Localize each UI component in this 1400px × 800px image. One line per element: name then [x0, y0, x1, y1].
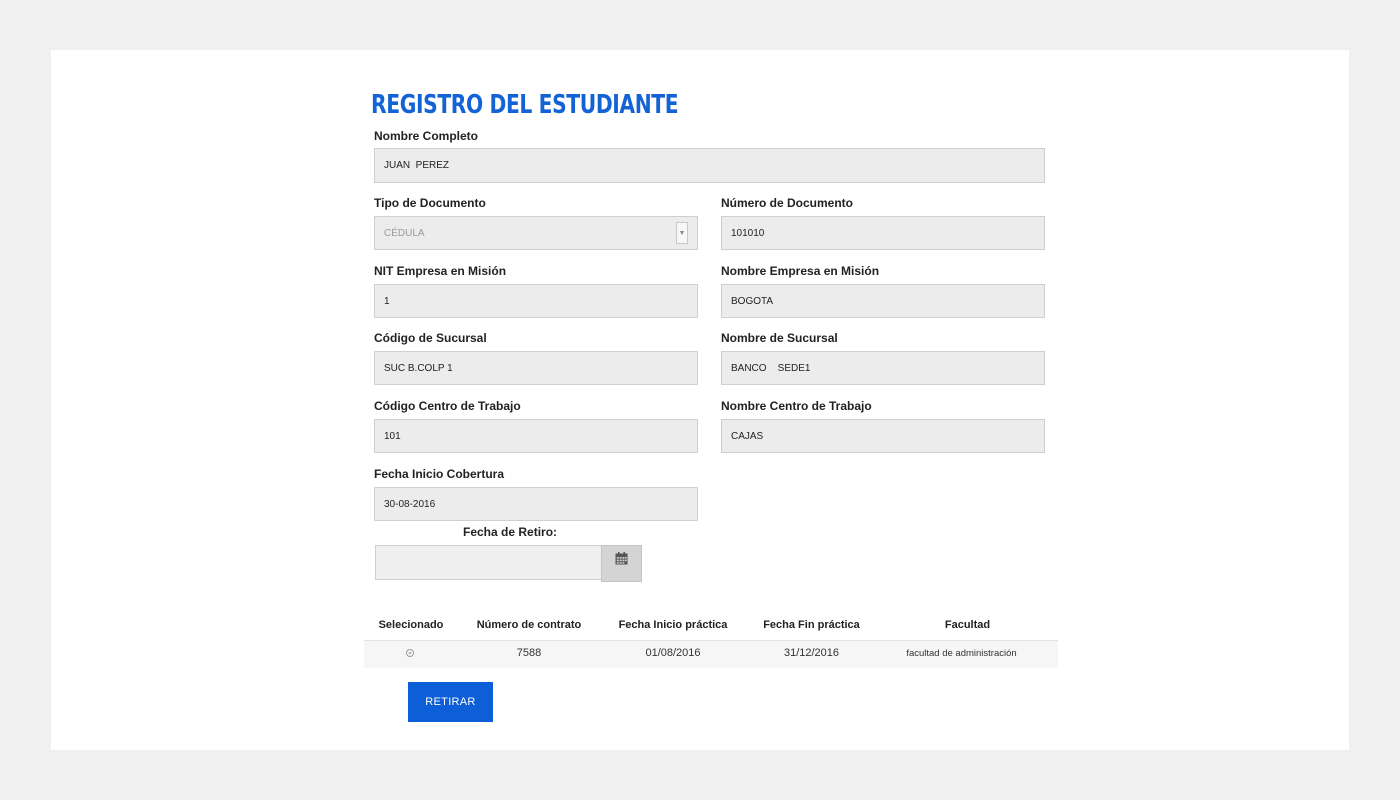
nombre-centro-field[interactable]: CAJAS [721, 419, 1045, 453]
nit-empresa-field[interactable]: 1 [374, 284, 698, 318]
calendar-button[interactable] [601, 545, 642, 582]
nombre-empresa-field[interactable]: BOGOTA [721, 284, 1045, 318]
calendar-icon [615, 552, 628, 565]
th-selecionado: Selecionado [378, 619, 444, 631]
tipo-documento-label: Tipo de Documento [374, 196, 486, 210]
tipo-documento-select[interactable]: CÉDULA ▼ [374, 216, 698, 250]
nit-empresa-label: NIT Empresa en Misión [374, 264, 507, 278]
th-fecha-inicio: Fecha Inicio práctica [618, 619, 728, 631]
tipo-documento-value: CÉDULA [384, 227, 425, 239]
fecha-retiro-input[interactable] [375, 545, 602, 580]
page-title: REGISTRO DEL ESTUDIANTE [371, 90, 679, 120]
th-fecha-fin: Fecha Fin práctica [763, 619, 860, 631]
nombre-sucursal-label: Nombre de Sucursal [721, 331, 838, 345]
numero-documento-label: Número de Documento [721, 196, 854, 210]
nombre-completo-label: Nombre Completo [374, 129, 479, 143]
codigo-sucursal-field[interactable]: SUC B.COLP 1 [374, 351, 698, 385]
numero-documento-field[interactable]: 101010 [721, 216, 1045, 250]
fecha-retiro-label: Fecha de Retiro: [463, 525, 558, 539]
row-select-radio[interactable] [406, 649, 414, 657]
codigo-sucursal-label: Código de Sucursal [374, 331, 487, 345]
th-facultad: Facultad [944, 619, 991, 631]
nombre-centro-label: Nombre Centro de Trabajo [721, 399, 872, 413]
fecha-inicio-field[interactable]: 30-08-2016 [374, 487, 698, 521]
nombre-empresa-label: Nombre Empresa en Misión [721, 264, 880, 278]
codigo-centro-field[interactable]: 101 [374, 419, 698, 453]
chevron-down-icon[interactable]: ▼ [676, 222, 688, 244]
nombre-completo-field[interactable]: JUAN PEREZ [374, 148, 1045, 183]
nombre-sucursal-field[interactable]: BANCO SEDE1 [721, 351, 1045, 385]
row-contrato: 7588 [516, 647, 542, 659]
codigo-centro-label: Código Centro de Trabajo [374, 399, 521, 413]
row-fecha-inicio: 01/08/2016 [645, 647, 701, 659]
row-fecha-fin: 31/12/2016 [783, 647, 840, 659]
th-numero-contrato: Número de contrato [476, 619, 582, 631]
retirar-button[interactable]: RETIRAR [408, 682, 493, 722]
fecha-inicio-label: Fecha Inicio Cobertura [374, 467, 505, 481]
row-facultad: facultad de administración [906, 648, 1017, 659]
